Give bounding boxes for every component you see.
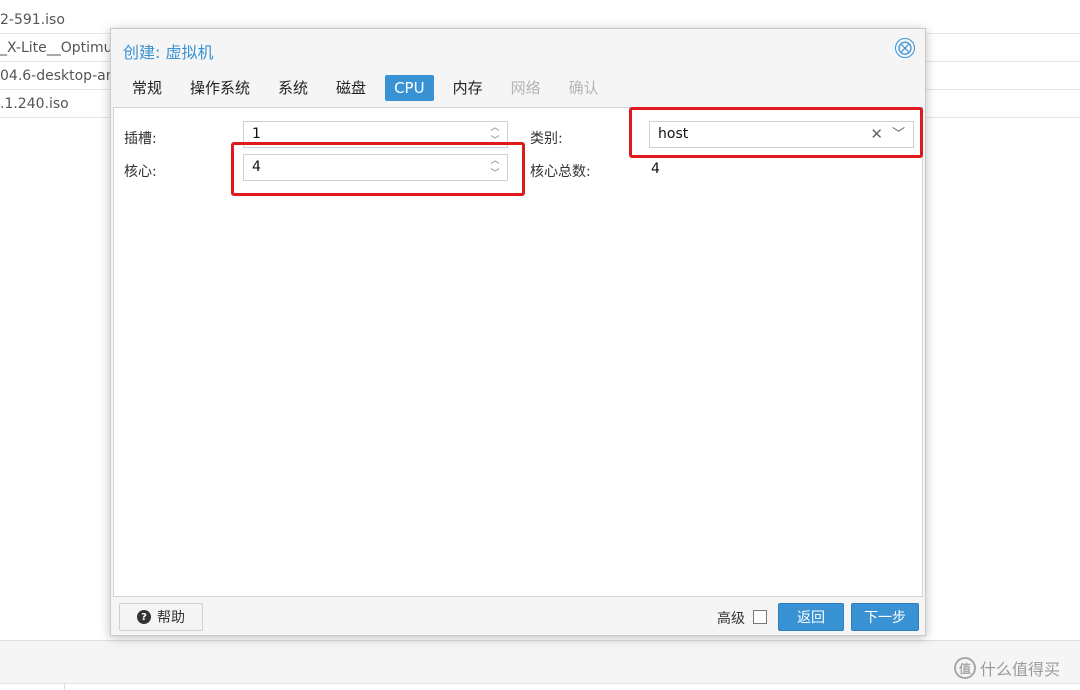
tab-confirm: 确认 bbox=[568, 79, 599, 97]
sockets-label: 插槽: bbox=[124, 131, 157, 147]
advanced-label: 高级 bbox=[717, 611, 745, 627]
question-icon: ? bbox=[137, 610, 151, 624]
watermark: 值 什么值得买 bbox=[954, 656, 1060, 680]
sockets-field[interactable]: 1 ︿ ﹀ bbox=[243, 121, 508, 148]
help-button-label: 帮助 bbox=[157, 610, 185, 626]
cpu-settings-panel: 插槽: 1 ︿ ﹀ 核心: 4 ︿ ﹀ 类别: host ✕ ﹀ 核心总数: 4 bbox=[113, 107, 923, 597]
chevron-down-icon[interactable]: ﹀ bbox=[892, 122, 905, 147]
tab-disks[interactable]: 磁盘 bbox=[327, 75, 375, 101]
next-button[interactable]: 下一步 bbox=[851, 603, 919, 631]
tab-system[interactable]: 系统 bbox=[269, 75, 317, 101]
file-name: .1.240.iso bbox=[0, 96, 69, 112]
tab-os[interactable]: 操作系统 bbox=[181, 75, 259, 101]
tab-memory[interactable]: 内存 bbox=[444, 75, 492, 101]
cpu-type-value: host bbox=[658, 126, 689, 142]
background-status-bar bbox=[0, 640, 1080, 684]
watermark-text: 什么值得买 bbox=[980, 660, 1061, 679]
total-cores-value: 4 bbox=[651, 161, 660, 177]
background-divider bbox=[0, 683, 1080, 690]
back-button[interactable]: 返回 bbox=[778, 603, 844, 631]
sockets-value: 1 bbox=[252, 126, 261, 142]
type-label: 类别: bbox=[530, 131, 563, 147]
file-name: 2-591.iso bbox=[0, 12, 65, 28]
clear-icon[interactable]: ✕ bbox=[870, 122, 883, 147]
advanced-checkbox[interactable] bbox=[753, 610, 767, 624]
cores-label: 核心: bbox=[124, 164, 157, 180]
spinner-arrows-icon[interactable]: ︿ ﹀ bbox=[489, 157, 501, 179]
dialog-title: 创建: 虚拟机 bbox=[123, 43, 214, 62]
create-vm-dialog: 创建: 虚拟机 ⨂ 常规 操作系统 系统 磁盘 CPU 内存 网络 确认 插槽:… bbox=[110, 28, 926, 636]
tab-cpu[interactable]: CPU bbox=[385, 75, 434, 101]
dialog-footer: ? 帮助 高级 返回 下一步 bbox=[111, 599, 925, 635]
cpu-type-combobox[interactable]: host ✕ ﹀ bbox=[649, 121, 914, 148]
tab-general[interactable]: 常规 bbox=[123, 75, 171, 101]
file-name: 04.6-desktop-amd bbox=[0, 68, 110, 84]
help-button[interactable]: ? 帮助 bbox=[119, 603, 203, 631]
wizard-tabs: 常规 操作系统 系统 磁盘 CPU 内存 网络 确认 bbox=[123, 75, 618, 101]
close-icon[interactable]: ⨂ bbox=[895, 38, 915, 58]
background-column-divider bbox=[64, 683, 65, 690]
file-name: _X-Lite__Optimum bbox=[0, 40, 110, 56]
total-cores-label: 核心总数: bbox=[530, 164, 591, 180]
cores-value: 4 bbox=[252, 159, 261, 175]
tab-network: 网络 bbox=[510, 79, 541, 97]
cores-field[interactable]: 4 ︿ ﹀ bbox=[243, 154, 508, 181]
spinner-arrows-icon[interactable]: ︿ ﹀ bbox=[489, 124, 501, 146]
watermark-logo-icon: 值 bbox=[954, 657, 976, 679]
